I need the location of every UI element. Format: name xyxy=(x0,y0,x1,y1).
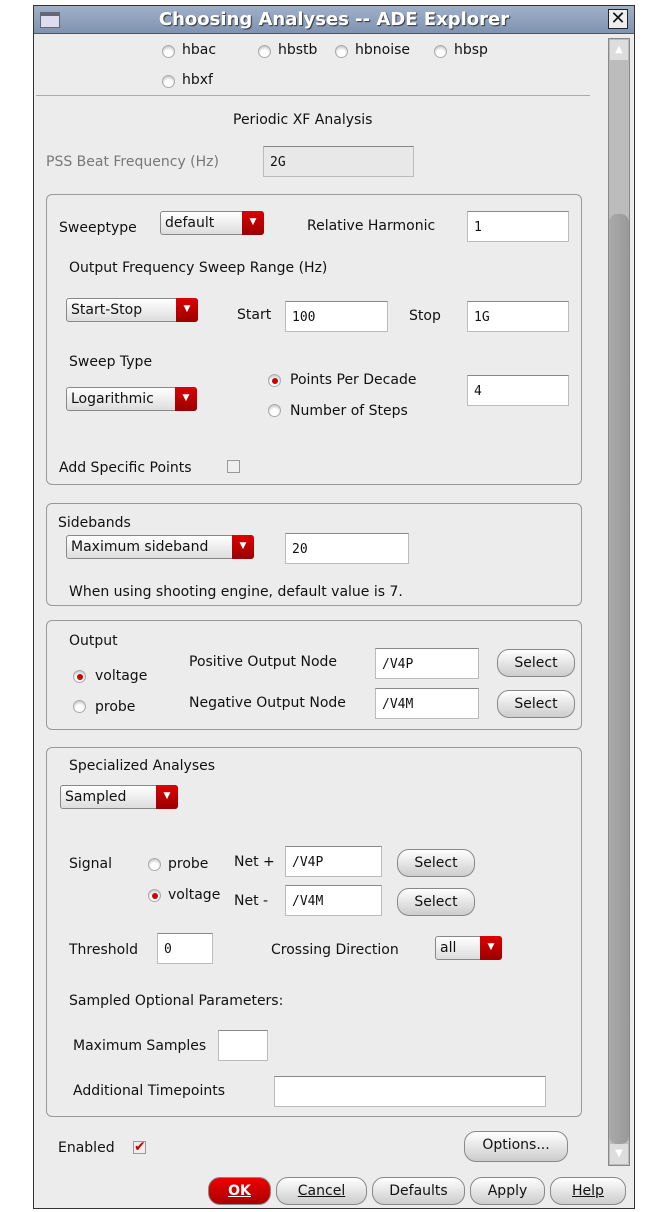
chevron-down-icon: ▼ xyxy=(480,936,502,960)
radio-output-voltage[interactable] xyxy=(73,670,86,683)
range-dropdown[interactable]: Start-Stop ▼ xyxy=(66,298,198,322)
chevron-down-icon: ▼ xyxy=(176,298,198,322)
defaults-button[interactable]: Defaults xyxy=(372,1177,465,1205)
radio-hbstb[interactable] xyxy=(258,45,271,58)
radio-signal-probe[interactable] xyxy=(148,858,161,871)
start-label: Start xyxy=(237,307,272,323)
radio-hbnoise[interactable] xyxy=(335,45,348,58)
crossing-label: Crossing Direction xyxy=(271,942,399,958)
window-title: Choosing Analyses -- ADE Explorer xyxy=(158,9,510,30)
chevron-down-icon: ▼ xyxy=(232,535,254,559)
cancel-button[interactable]: Cancel xyxy=(276,1177,367,1205)
sweep-type-value: Logarithmic xyxy=(71,391,154,407)
specialized-value: Sampled xyxy=(65,789,127,805)
ppd-label: Points Per Decade xyxy=(290,372,417,388)
output-probe-label: probe xyxy=(95,699,136,715)
threshold-label: Threshold xyxy=(69,942,138,958)
netm-field[interactable]: /V4M xyxy=(285,885,382,916)
output-label: Output xyxy=(69,633,118,649)
pss-field: 2G xyxy=(263,146,414,177)
pos-select-button[interactable]: Select xyxy=(497,649,575,677)
range-label: Output Frequency Sweep Range (Hz) xyxy=(69,260,328,276)
specialized-dropdown[interactable]: Sampled ▼ xyxy=(60,785,178,809)
crossing-value: all xyxy=(440,940,457,956)
rel-harm-label: Relative Harmonic xyxy=(307,218,436,234)
pos-node-label: Positive Output Node xyxy=(189,654,338,670)
dialog-window: Choosing Analyses -- ADE Explorer ✕ hbac… xyxy=(33,5,635,1209)
radio-output-probe[interactable] xyxy=(73,700,86,713)
addl-timepoints-label: Additional Timepoints xyxy=(73,1083,225,1099)
sweep-type-dropdown[interactable]: Logarithmic ▼ xyxy=(66,387,197,411)
section-title: Periodic XF Analysis xyxy=(233,112,373,128)
sidebands-note: When using shooting engine, default valu… xyxy=(69,584,403,600)
scroll-up-icon[interactable]: ▲ xyxy=(610,40,628,60)
options-button[interactable]: Options... xyxy=(464,1131,568,1162)
range-value: Start-Stop xyxy=(71,302,143,318)
max-samples-field[interactable] xyxy=(218,1030,268,1061)
ppd-field[interactable]: 4 xyxy=(467,375,569,406)
sweep-type-label: Sweep Type xyxy=(69,354,153,370)
label-hbstb: hbstb xyxy=(278,42,318,58)
label-hbsp: hbsp xyxy=(454,42,488,58)
sidebands-field[interactable]: 20 xyxy=(285,533,409,564)
chevron-down-icon: ▼ xyxy=(156,785,178,809)
specialized-label: Specialized Analyses xyxy=(69,758,216,774)
sweeptype-label: Sweeptype xyxy=(59,220,137,236)
addl-timepoints-field[interactable] xyxy=(274,1076,546,1107)
label-hbnoise: hbnoise xyxy=(355,42,410,58)
netm-select-button[interactable]: Select xyxy=(397,888,475,916)
stop-field[interactable]: 1G xyxy=(467,301,569,332)
signal-probe-label: probe xyxy=(168,856,209,872)
specific-points-label: Add Specific Points xyxy=(59,460,192,476)
ok-button[interactable]: OK xyxy=(208,1177,271,1205)
label-hbac: hbac xyxy=(182,42,217,58)
signal-label: Signal xyxy=(69,856,113,872)
netp-field[interactable]: /V4P xyxy=(285,846,382,877)
neg-node-label: Negative Output Node xyxy=(189,695,346,711)
scrollbar-thumb[interactable] xyxy=(609,214,629,1144)
steps-label: Number of Steps xyxy=(290,403,408,419)
max-samples-label: Maximum Samples xyxy=(73,1038,207,1054)
netm-label: Net - xyxy=(234,893,269,909)
sidebands-type-value: Maximum sideband xyxy=(71,539,209,555)
output-voltage-label: voltage xyxy=(95,668,148,684)
specific-points-checkbox[interactable] xyxy=(227,460,240,473)
apply-button[interactable]: Apply xyxy=(470,1177,545,1205)
neg-node-field[interactable]: /V4M xyxy=(375,688,479,719)
netp-label: Net + xyxy=(234,854,275,870)
crossing-dropdown[interactable]: all ▼ xyxy=(435,936,502,960)
radio-points-per-decade[interactable] xyxy=(268,374,281,387)
divider xyxy=(36,95,590,96)
netp-select-button[interactable]: Select xyxy=(397,849,475,877)
sweeptype-dropdown[interactable]: default ▼ xyxy=(160,211,264,235)
sidebands-dropdown[interactable]: Maximum sideband ▼ xyxy=(66,535,254,559)
sweeptype-value: default xyxy=(165,215,215,231)
optional-params-label: Sampled Optional Parameters: xyxy=(69,993,284,1009)
close-button[interactable]: ✕ xyxy=(608,9,628,29)
scroll-down-icon[interactable]: ▼ xyxy=(610,1144,628,1164)
rel-harm-field[interactable]: 1 xyxy=(467,211,569,242)
radio-hbxf[interactable] xyxy=(162,75,175,88)
chevron-down-icon: ▼ xyxy=(242,211,264,235)
title-bar: Choosing Analyses -- ADE Explorer ✕ xyxy=(34,6,634,34)
radio-number-of-steps[interactable] xyxy=(268,404,281,417)
stop-label: Stop xyxy=(409,308,441,324)
pos-node-field[interactable]: /V4P xyxy=(375,648,479,679)
enabled-label: Enabled xyxy=(58,1140,115,1156)
start-field[interactable]: 100 xyxy=(285,301,388,332)
vertical-scrollbar[interactable]: ▲ ▼ xyxy=(608,38,630,1166)
radio-signal-voltage[interactable] xyxy=(148,889,161,902)
pss-label: PSS Beat Frequency (Hz) xyxy=(46,154,219,170)
neg-select-button[interactable]: Select xyxy=(497,690,575,718)
sidebands-label: Sidebands xyxy=(58,515,131,531)
enabled-checkbox[interactable]: ✔ xyxy=(133,1140,146,1154)
label-hbxf: hbxf xyxy=(182,72,213,88)
radio-hbsp[interactable] xyxy=(434,45,447,58)
threshold-field[interactable]: 0 xyxy=(157,933,213,964)
help-button[interactable]: Help xyxy=(550,1177,626,1205)
radio-hbac[interactable] xyxy=(162,45,175,58)
signal-voltage-label: voltage xyxy=(168,887,221,903)
chevron-down-icon: ▼ xyxy=(175,387,197,411)
